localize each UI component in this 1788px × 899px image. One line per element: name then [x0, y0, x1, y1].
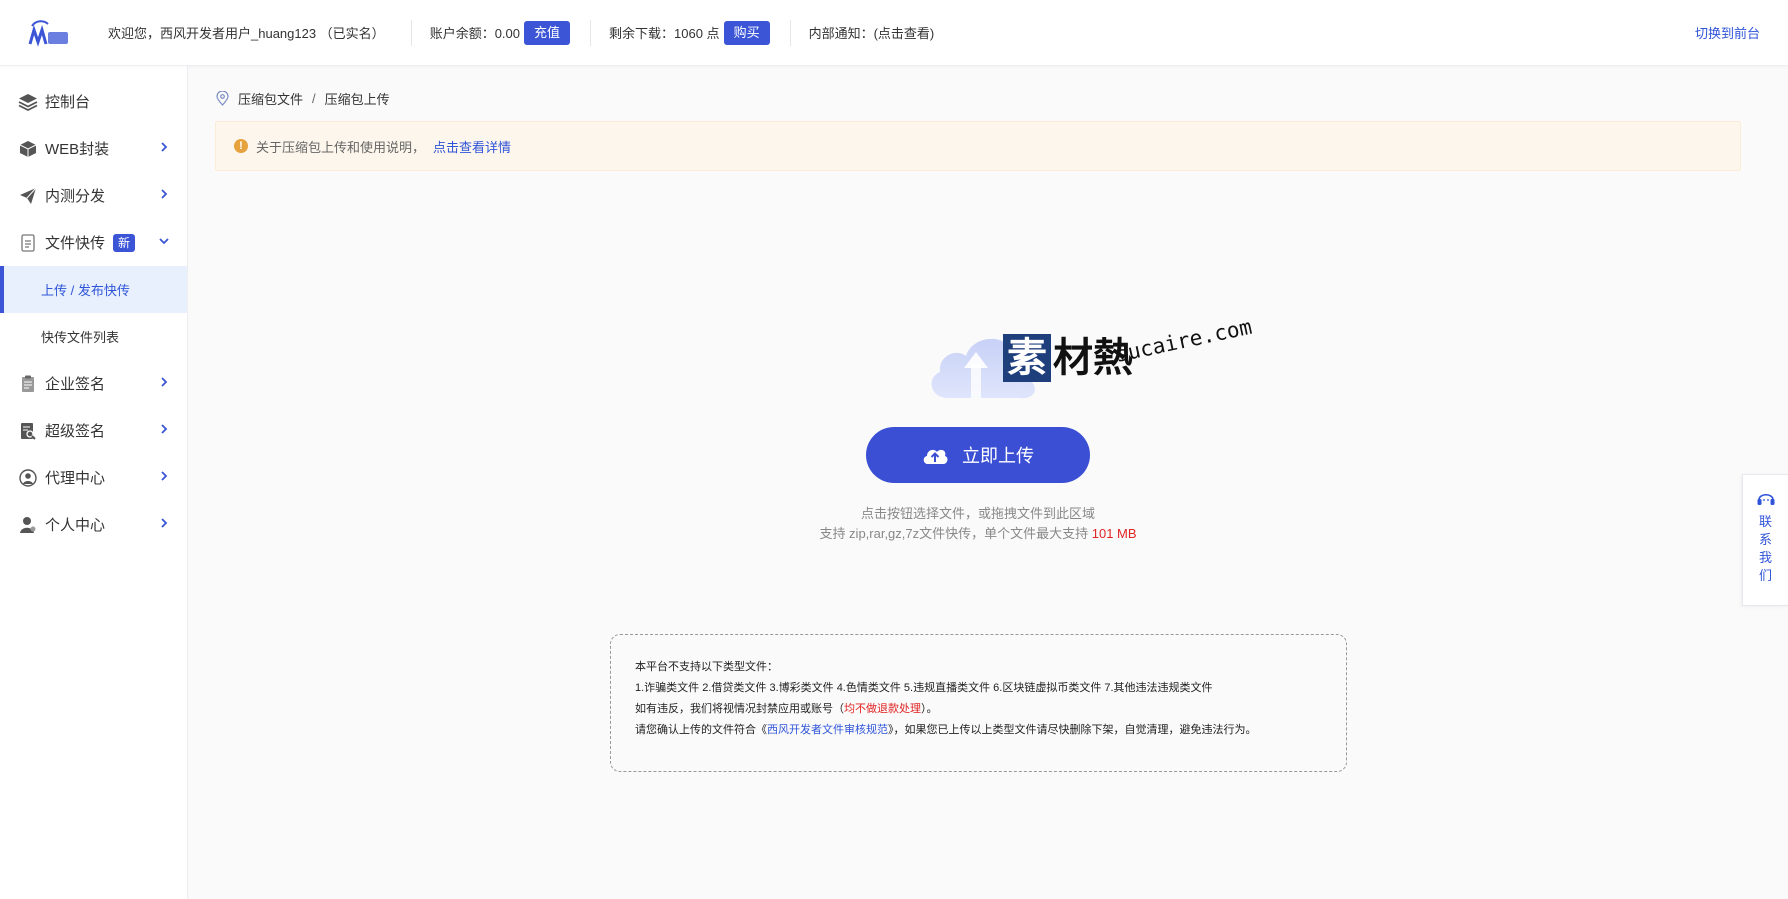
welcome-label: 欢迎您，西风开发者用户_huang123 （已实名）: [108, 26, 385, 41]
contact-char: 联: [1758, 514, 1772, 529]
contact-char: 们: [1758, 568, 1772, 583]
sidebar-item-label: 代理中心: [45, 470, 106, 487]
watermark-first-char: 素: [1003, 334, 1051, 382]
contact-us-float[interactable]: 联 系 我 们: [1742, 474, 1788, 606]
policy-violation: 如有违反，我们将视情况封禁应用或账号（均不做退款处理）。: [635, 702, 1346, 716]
box-icon: [18, 139, 38, 159]
sidebar-item-enterprise-sign[interactable]: 企业签名: [0, 360, 187, 407]
logo[interactable]: [26, 18, 72, 48]
chevron-right-icon: [161, 424, 168, 434]
upload-button-label: 立即上传: [962, 446, 1034, 466]
sidebar-item-console[interactable]: 控制台: [0, 78, 187, 125]
top-bar: 欢迎您，西风开发者用户_huang123 （已实名） 账户余额：0.00 充值 …: [0, 0, 1788, 66]
info-alert: ! 关于压缩包上传和使用说明， 点击查看详情: [215, 121, 1741, 171]
layers-icon: [18, 92, 38, 112]
chevron-right-icon: [161, 189, 168, 199]
policy-confirm-suffix: 》，如果您已上传以上类型文件请尽快删除下架，自觉清理，避免违法行为。: [888, 724, 1257, 736]
welcome-text: 欢迎您，西风开发者用户_huang123 （已实名）: [108, 19, 412, 46]
agent-icon: [18, 468, 38, 488]
chevron-right-icon: [161, 142, 168, 152]
chevron-right-icon: [161, 377, 168, 387]
chevron-down-icon: [159, 238, 169, 245]
policy-no-refund: 均不做退款处理: [844, 703, 921, 715]
review-guidelines-link[interactable]: 西风开发者文件审核规范: [767, 724, 888, 736]
alert-detail-link[interactable]: 点击查看详情: [433, 137, 511, 156]
sidebar-item-file-transfer[interactable]: 文件快传 新: [0, 219, 187, 266]
warning-icon: !: [234, 139, 248, 153]
clipboard-icon: [18, 374, 38, 394]
paper-plane-icon: [18, 186, 38, 206]
policy-notice-box: 本平台不支持以下类型文件： 1.诈骗类文件 2.借贷类文件 3.博彩类文件 4.…: [610, 634, 1347, 772]
contact-char: 我: [1758, 550, 1772, 565]
policy-violation-suffix: ）。: [921, 703, 938, 715]
headset-icon: [1757, 493, 1774, 505]
balance-section: 账户余额：0.00 充值: [412, 19, 592, 46]
sidebar-item-super-sign[interactable]: 超级签名: [0, 407, 187, 454]
switch-frontend-link[interactable]: 切换到前台: [1695, 23, 1760, 42]
sidebar: 控制台 WEB封装 内测分发 文件快传 新 上传 / 发布快传 快传文件列表 企…: [0, 66, 188, 899]
breadcrumb: 压缩包文件 / 压缩包上传: [216, 89, 390, 108]
file-transfer-icon: [18, 233, 38, 253]
contact-char: 系: [1758, 532, 1772, 547]
policy-confirm-prefix: 请您确认上传的文件符合《: [635, 724, 767, 736]
sidebar-subitem-file-list[interactable]: 快传文件列表: [0, 313, 187, 360]
watermark: 素 材熱: [1003, 334, 1133, 382]
upload-max-size: 101 MB: [1091, 526, 1137, 541]
sidebar-subitem-label: 上传 / 发布快传: [41, 283, 130, 298]
sidebar-item-label: 控制台: [45, 94, 91, 111]
upload-now-button[interactable]: 立即上传: [866, 427, 1090, 483]
sidebar-item-label: 企业签名: [45, 376, 106, 393]
sidebar-item-beta-distribution[interactable]: 内测分发: [0, 172, 187, 219]
breadcrumb-separator: /: [312, 91, 316, 106]
balance-label: 账户余额：0.00: [429, 26, 520, 41]
notice-link[interactable]: 内部通知：(点击查看): [791, 20, 935, 46]
downloads-section: 剩余下载：1060 点 购买: [591, 19, 791, 46]
upload-hint-formats: 支持 zip,rar,gz,7z文件快传，单个文件最大支持: [819, 526, 1092, 541]
sidebar-item-label: 文件快传: [45, 235, 106, 252]
downloads-label: 剩余下载：1060 点: [609, 26, 720, 41]
watermark-url: sucaire.com: [1113, 314, 1255, 367]
cloud-upload-icon: [923, 449, 948, 464]
sidebar-subitem-upload-publish[interactable]: 上传 / 发布快传: [0, 266, 187, 313]
new-badge: 新: [113, 233, 136, 252]
document-search-icon: [18, 421, 38, 441]
policy-violation-prefix: 如有违反，我们将视情况封禁应用或账号（: [635, 703, 844, 715]
policy-confirm: 请您确认上传的文件符合《西风开发者文件审核规范》，如果您已上传以上类型文件请尽快…: [635, 723, 1346, 737]
notice-label[interactable]: 内部通知：(点击查看): [809, 23, 935, 42]
policy-title: 本平台不支持以下类型文件：: [635, 661, 778, 673]
sidebar-item-label: 超级签名: [45, 423, 106, 440]
sidebar-item-label: WEB封装: [45, 141, 110, 158]
chevron-right-icon: [161, 471, 168, 481]
alert-text: 关于压缩包上传和使用说明，: [256, 139, 426, 155]
sidebar-item-agent-center[interactable]: 代理中心: [0, 454, 187, 501]
sidebar-item-label: 内测分发: [45, 188, 106, 205]
upload-hint-secondary: 支持 zip,rar,gz,7z文件快传，单个文件最大支持 101 MB: [0, 523, 1788, 542]
recharge-button[interactable]: 充值: [524, 20, 571, 45]
location-pin-icon: [216, 91, 229, 106]
breadcrumb-current: 压缩包上传: [324, 92, 390, 107]
buy-button[interactable]: 购买: [723, 20, 770, 45]
breadcrumb-root[interactable]: 压缩包文件: [238, 89, 303, 108]
sidebar-subitem-label: 快传文件列表: [41, 330, 120, 345]
sidebar-item-web-wrap[interactable]: WEB封装: [0, 125, 187, 172]
policy-types: 1.诈骗类文件 2.借贷类文件 3.博彩类文件 4.色情类文件 5.违规直播类文…: [635, 682, 1213, 694]
upload-hint-primary: 点击按钮选择文件，或拖拽文件到此区域: [860, 506, 1095, 521]
